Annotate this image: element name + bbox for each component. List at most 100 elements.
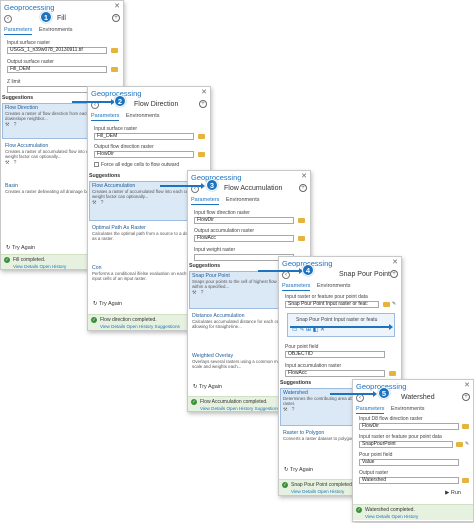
pencil-icon[interactable]: ✎ [392, 301, 396, 307]
connector-arrow [330, 391, 377, 397]
tab-environments[interactable]: Environments [317, 283, 351, 290]
tab-parameters[interactable]: Parameters [91, 113, 120, 121]
tool-title: Flow Direction [134, 101, 179, 108]
folder-icon[interactable] [389, 371, 396, 376]
folder-icon[interactable] [111, 48, 118, 53]
check-icon: ✓ [91, 317, 97, 323]
folder-icon[interactable] [456, 442, 463, 447]
back-icon[interactable]: ‹ [4, 15, 12, 23]
field-label: Pour point field [285, 344, 319, 350]
status-message: Fill completed. [13, 257, 46, 263]
tab-bar: Parameters Environments [282, 283, 356, 292]
pin-icon[interactable]: ✕ [301, 172, 307, 180]
folder-icon[interactable] [198, 134, 205, 139]
input-label: Input D8 flow direction raster [359, 416, 423, 422]
add-icon[interactable]: + [199, 100, 207, 108]
add-icon[interactable]: + [299, 184, 307, 192]
tab-environments[interactable]: Environments [226, 197, 260, 204]
panel-header: Geoprocessing ✕ [1, 1, 123, 14]
run-label: Run [450, 490, 461, 496]
pour-point-field[interactable]: Snap Pour Point Input raster or feat: [285, 301, 379, 308]
back-icon[interactable]: ‹ [282, 271, 290, 279]
accum-field[interactable]: FlowAcc [285, 370, 385, 377]
output-flowdir-field[interactable]: FlowDir [94, 151, 194, 158]
tab-bar: Parameters Environments [191, 197, 265, 206]
input-flowdir-field[interactable]: FlowDir [194, 217, 294, 224]
add-icon[interactable]: + [462, 393, 470, 401]
try-again-label: Try Again [12, 245, 36, 251]
tool-title: Flow Accumulation [224, 185, 283, 192]
output-accum-field[interactable]: FlowAcc [194, 235, 294, 242]
back-icon[interactable]: ‹ [356, 394, 364, 402]
folder-icon[interactable] [462, 424, 469, 429]
pin-icon[interactable]: ✕ [201, 88, 207, 96]
tab-parameters[interactable]: Parameters [191, 197, 220, 205]
connector-arrow [160, 183, 205, 189]
popup-value: Snap Pour Point Input raster or featu [296, 317, 378, 323]
add-icon[interactable]: + [112, 14, 120, 22]
status-links[interactable]: View Details Open History [13, 264, 66, 269]
weight-label: Input weight raster [194, 247, 236, 253]
folder-icon[interactable] [298, 236, 305, 241]
check-icon: ✓ [282, 482, 288, 488]
check-icon: ✓ [191, 399, 197, 405]
tab-bar: Parameters Environments [4, 27, 78, 36]
try-again-button[interactable]: ↻ Try Again [193, 384, 222, 390]
input-surface-field[interactable]: Fill_DEM [94, 133, 194, 140]
tab-parameters[interactable]: Parameters [282, 283, 311, 291]
pour-point-field-select[interactable]: OBJECTID [285, 351, 385, 358]
output-label: Output raster [359, 470, 389, 476]
snap-pour-point-popup[interactable]: Snap Pour Point Input raster or featu ▭ … [287, 313, 395, 337]
tab-environments[interactable]: Environments [391, 406, 425, 413]
output-label: Output flow direction raster [94, 144, 154, 150]
pour-point-field-select[interactable]: Value [359, 459, 459, 466]
tab-bar: Parameters Environments [356, 406, 430, 415]
pencil-icon[interactable]: ✎ [465, 441, 469, 447]
folder-icon[interactable] [383, 302, 390, 307]
geoprocessing-panel-watershed: Geoprocessing ✕ ‹ Watershed + Parameters… [352, 379, 474, 522]
check-icon: ✓ [4, 257, 10, 263]
output-surface-field[interactable]: Fill_DEM [7, 66, 107, 73]
folder-icon[interactable] [298, 218, 305, 223]
output-watershed-field[interactable]: Watershed [359, 477, 459, 484]
tool-title: Fill [57, 15, 66, 22]
pour-label: Input raster or feature pour point data [359, 434, 442, 440]
connector-arrow [258, 268, 303, 274]
pour-point-field[interactable]: SnapPourPoint [359, 441, 453, 448]
force-edge-checkbox[interactable] [94, 162, 99, 167]
pin-icon[interactable]: ✕ [464, 381, 470, 389]
try-again-button[interactable]: ↻ Try Again [284, 467, 313, 473]
input-flowdir-field[interactable]: FlowDir [359, 423, 459, 430]
tab-environments[interactable]: Environments [126, 113, 160, 120]
step-badge-3: 3 [206, 179, 218, 191]
status-links[interactable]: View Details Open History [291, 489, 344, 494]
pin-icon[interactable]: ✕ [392, 258, 398, 266]
status-message: Watershed completed. [365, 507, 415, 513]
field-label: Pour point field [359, 452, 393, 458]
tab-parameters[interactable]: Parameters [356, 406, 385, 414]
try-again-label: Try Again [290, 467, 314, 473]
add-icon[interactable]: + [390, 270, 398, 278]
status-message: Snap Pour Point completed. [291, 482, 354, 488]
step-badge-1: 1 [40, 11, 52, 23]
try-again-label: Try Again [99, 301, 123, 307]
folder-icon[interactable] [462, 478, 469, 483]
run-button[interactable]: ▶ Run [445, 490, 461, 496]
tab-environments[interactable]: Environments [39, 27, 73, 34]
status-links[interactable]: View Details Open History Suggestions [100, 324, 180, 329]
status-links[interactable]: View Details Open History Suggestions [200, 406, 280, 411]
input-surface-field[interactable]: USGS_1_n39w078_20130911.tif [7, 47, 107, 54]
folder-icon[interactable] [111, 67, 118, 72]
status-links[interactable]: View Details Open History [365, 514, 418, 519]
tool-title: Watershed [401, 394, 435, 401]
step-badge-5: 5 [378, 387, 390, 399]
tool-title: Snap Pour Point [339, 271, 390, 278]
pin-icon[interactable]: ✕ [114, 2, 120, 10]
input-label: Input raster or feature pour point data [285, 294, 368, 300]
try-again-button[interactable]: ↻ Try Again [6, 245, 35, 251]
folder-icon[interactable] [198, 152, 205, 157]
step-badge-4: 4 [302, 264, 314, 276]
status-bar: ✓ Watershed completed. View Details Open… [353, 504, 473, 520]
try-again-button[interactable]: ↻ Try Again [93, 301, 122, 307]
tab-parameters[interactable]: Parameters [4, 27, 33, 35]
